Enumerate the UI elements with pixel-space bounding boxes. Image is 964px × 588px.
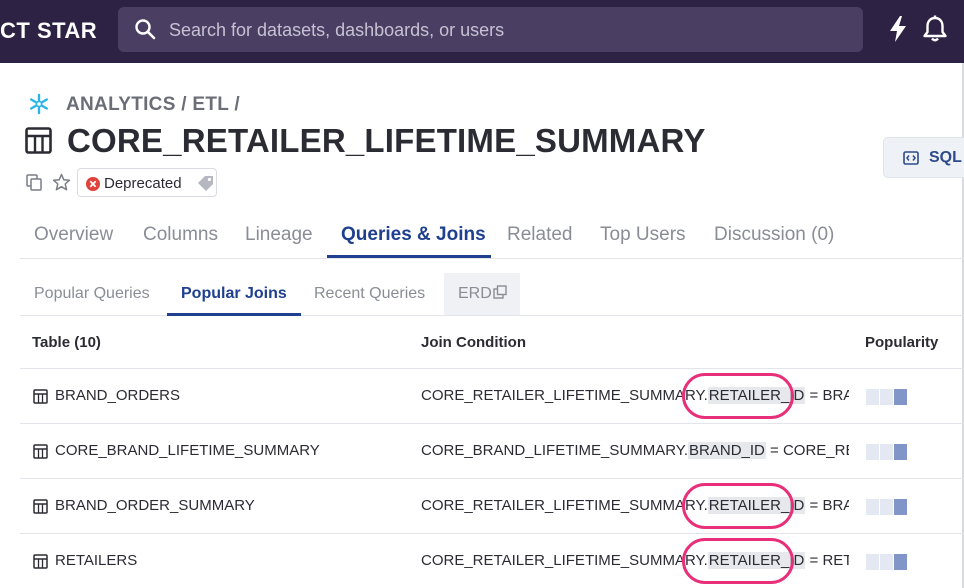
column-header-popularity[interactable]: Popularity [865,334,938,351]
popularity-bar [866,389,908,405]
page-title: CORE_RETAILER_LIFETIME_SUMMARY [67,122,706,159]
tag-icon[interactable] [196,174,216,192]
joined-table-name[interactable]: BRAND_ORDER_SUMMARY [55,497,255,514]
table-row[interactable]: BRAND_ORDERS CORE_RETAILER_LIFETIME_SUMMA… [20,369,964,424]
join-condition-left: CORE_RETAILER_LIFETIME_SUMMARY. [421,497,708,514]
open-external-icon [493,285,507,299]
snowflake-icon [30,93,48,115]
popularity-segment-empty [880,444,893,460]
join-condition-left: CORE_BRAND_LIFETIME_SUMMARY. [421,442,689,459]
subtab-popular-joins[interactable]: Popular Joins [181,285,287,303]
join-condition-right: = RETAILERS.ID [809,552,850,569]
joined-table-name[interactable]: BRAND_ORDERS [55,387,180,404]
popularity-segment-empty [866,444,879,460]
popularity-segment-filled [894,499,907,515]
join-condition-right: = BRAND_ORDERS.RETAILER_ID [809,387,850,404]
table-icon [33,389,48,404]
joined-table-name[interactable]: CORE_BRAND_LIFETIME_SUMMARY [55,442,320,459]
popularity-bar [866,554,908,570]
popularity-bar [866,444,908,460]
table-icon [25,127,52,154]
tab-overview[interactable]: Overview [34,224,113,246]
popularity-bar [866,499,908,515]
column-header-table[interactable]: Table (10) [32,334,101,351]
table-row[interactable]: BRAND_ORDER_SUMMARY CORE_RETAILER_LIFETIM… [20,479,964,534]
bell-icon[interactable] [922,15,948,43]
search-placeholder: Search for datasets, dashboards, or user… [169,20,505,40]
subtab-recent-queries[interactable]: Recent Queries [314,285,425,303]
breadcrumb-path[interactable]: ANALYTICS / ETL / [66,94,240,116]
top-nav-bar: CT STAR Search for datasets, dashboards,… [0,0,964,63]
tab-queries-joins[interactable]: Queries & Joins [341,224,486,246]
sql-button-label: SQL [929,149,962,166]
subtab-popular-queries[interactable]: Popular Queries [34,285,150,303]
popularity-segment-empty [880,554,893,570]
join-condition: CORE_RETAILER_LIFETIME_SUMMARY.RETAILER_… [421,497,849,514]
join-condition: CORE_RETAILER_LIFETIME_SUMMARY.RETAILER_… [421,552,849,569]
join-condition: CORE_BRAND_LIFETIME_SUMMARY.BRAND_ID = C… [421,442,849,459]
tab-related[interactable]: Related [507,224,573,246]
join-key: RETAILER_ID [707,552,806,569]
popularity-segment-filled [894,444,907,460]
join-condition-right: = BRAND_ORDER_SUMMARY [809,497,850,514]
tab-columns[interactable]: Columns [143,224,218,246]
dataset-tabs: Overview Columns Lineage Queries & Joins… [20,219,964,259]
table-icon [33,499,48,514]
joins-table-header: Table (10) Join Condition Popularity [20,316,964,369]
popularity-segment-filled [894,389,907,405]
table-row[interactable]: RETAILERS CORE_RETAILER_LIFETIME_SUMMARY.… [20,534,964,588]
copy-icon[interactable] [26,174,42,191]
status-badge-label: Deprecated [104,175,182,192]
active-tab-indicator [327,255,491,258]
tab-lineage[interactable]: Lineage [245,224,313,246]
subtab-erd-label: ERD [458,285,492,302]
queries-joins-subtabs: Popular Queries Popular Joins Recent Que… [20,273,964,316]
search-icon [135,19,156,40]
tab-discussion[interactable]: Discussion (0) [714,224,834,246]
table-icon [33,444,48,459]
global-search-input[interactable]: Search for datasets, dashboards, or user… [118,7,863,52]
sql-button[interactable]: SQL [883,137,964,178]
table-row[interactable]: CORE_BRAND_LIFETIME_SUMMARY CORE_BRAND_LI… [20,424,964,479]
join-key: RETAILER_ID [707,497,806,514]
popularity-segment-empty [866,554,879,570]
join-condition-left: CORE_RETAILER_LIFETIME_SUMMARY. [421,387,708,404]
subtab-erd[interactable]: ERD [444,273,520,315]
popularity-segment-empty [880,389,893,405]
table-icon [33,554,48,569]
tab-top-users[interactable]: Top Users [600,224,686,246]
popularity-segment-filled [894,554,907,570]
join-condition-left: CORE_RETAILER_LIFETIME_SUMMARY. [421,552,708,569]
join-key: RETAILER_ID [707,387,806,404]
code-icon [903,151,919,165]
join-key: BRAND_ID [688,442,766,459]
popularity-segment-empty [880,499,893,515]
column-header-join-condition[interactable]: Join Condition [421,334,526,351]
brand-logo-text[interactable]: CT STAR [0,18,97,44]
star-icon[interactable] [52,173,71,192]
join-condition-right: = CORE_RETAILER_LIFETIME_SUMMARY [770,442,849,459]
bolt-icon[interactable] [888,16,908,42]
joined-table-name[interactable]: RETAILERS [55,552,137,569]
deprecated-icon [86,177,100,191]
popularity-segment-empty [866,499,879,515]
popularity-segment-empty [866,389,879,405]
join-condition: CORE_RETAILER_LIFETIME_SUMMARY.RETAILER_… [421,387,849,404]
